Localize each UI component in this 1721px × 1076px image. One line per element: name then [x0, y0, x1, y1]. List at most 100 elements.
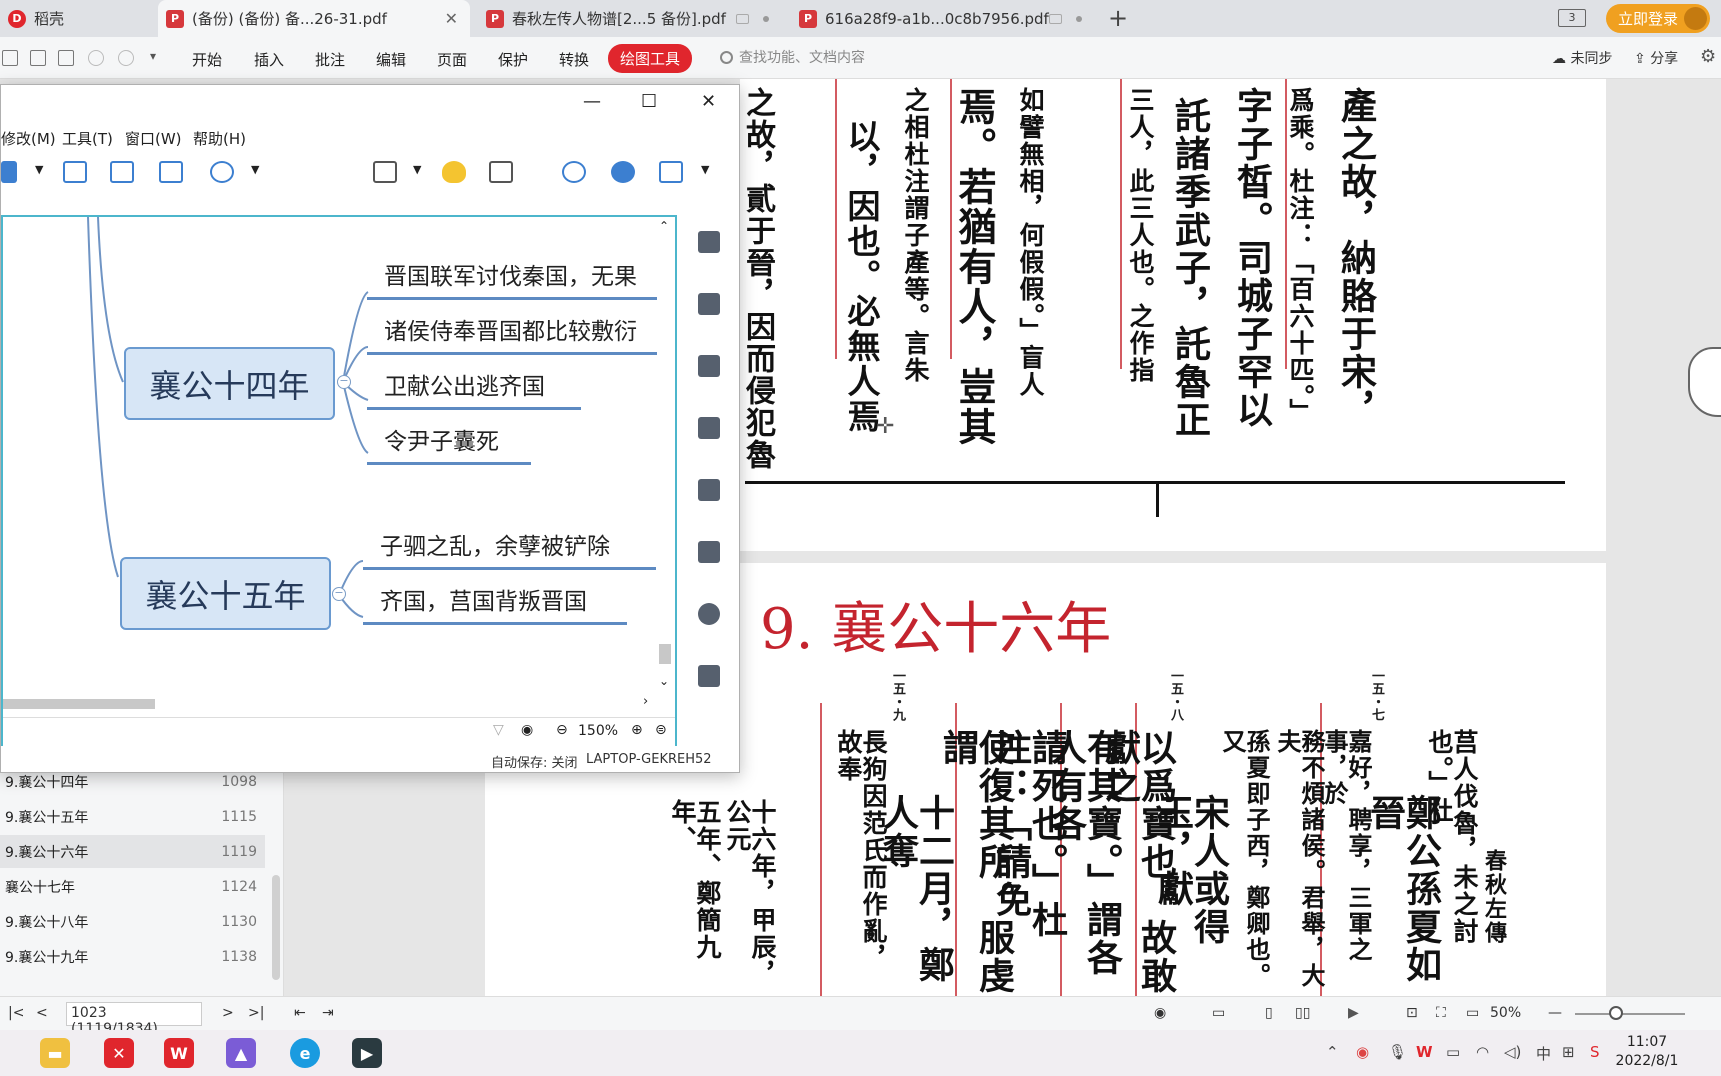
- redo-icon[interactable]: [118, 50, 134, 66]
- more-icon[interactable]: [210, 161, 234, 183]
- fit-width-icon[interactable]: ▭: [1466, 1005, 1479, 1021]
- wifi-icon[interactable]: ◠: [1476, 1043, 1489, 1061]
- flag-icon[interactable]: [698, 417, 720, 439]
- menu-protect[interactable]: 保护: [498, 49, 528, 70]
- prev-page-icon[interactable]: <: [36, 1005, 48, 1021]
- zoom-in-icon[interactable]: ⊕: [631, 722, 643, 738]
- microphone-icon[interactable]: 🎙: [1388, 1043, 1407, 1061]
- boundary-icon[interactable]: [110, 161, 134, 183]
- presentation-icon[interactable]: [373, 161, 397, 183]
- font-icon[interactable]: [698, 479, 720, 501]
- collapse-toggle-icon[interactable]: −: [337, 375, 351, 389]
- gear-icon[interactable]: ⚙: [1700, 46, 1716, 67]
- dot-icon[interactable]: [763, 15, 769, 22]
- print-icon[interactable]: [58, 50, 74, 66]
- mindmap-subtopic[interactable]: 卫献公出逃齐国: [384, 367, 545, 401]
- login-button[interactable]: 立即登录: [1606, 4, 1710, 33]
- system-clock[interactable]: 11:07 2022/8/1: [1612, 1033, 1682, 1071]
- layout-icon[interactable]: [1, 161, 17, 183]
- next-page-icon[interactable]: >: [222, 1005, 234, 1021]
- menu-annotate[interactable]: 批注: [315, 49, 345, 70]
- menu-edit[interactable]: 编辑: [376, 49, 406, 70]
- outline-item[interactable]: 9.襄公十八年 1130: [0, 905, 265, 938]
- scroll-thumb[interactable]: [3, 699, 155, 709]
- image-icon[interactable]: [698, 355, 720, 377]
- share-icon[interactable]: [611, 161, 635, 183]
- zoom-value[interactable]: 50%: [1490, 1005, 1521, 1021]
- last-page-icon[interactable]: >|: [248, 1005, 264, 1021]
- dot-icon[interactable]: [1076, 15, 1082, 22]
- photos-icon[interactable]: ▲: [226, 1038, 256, 1068]
- layout-switch-icon[interactable]: ⊞: [1562, 1043, 1575, 1061]
- wps-icon[interactable]: W: [164, 1038, 194, 1068]
- page-number-input[interactable]: 1023 (1119/1834): [66, 1002, 202, 1037]
- collapse-toggle-icon[interactable]: −: [332, 587, 346, 601]
- scroll-up-icon[interactable]: ⌃: [659, 219, 669, 233]
- export-icon[interactable]: [659, 161, 683, 183]
- tab-pdf-1[interactable]: P (备份) (备份) 备...26-31.pdf ✕: [158, 0, 470, 37]
- chevron-down-icon[interactable]: ▼: [35, 163, 43, 176]
- menu-page[interactable]: 页面: [437, 49, 467, 70]
- battery-icon[interactable]: ▭: [1446, 1043, 1460, 1061]
- scroll-thumb[interactable]: [659, 644, 671, 664]
- vertical-scrollbar[interactable]: ⌃ ⌄: [658, 219, 672, 697]
- mindmap-topic[interactable]: 襄公十四年: [124, 347, 335, 420]
- window-titlebar[interactable]: — ☐ ✕: [1, 85, 739, 121]
- sync-status[interactable]: ☁ 未同步: [1552, 48, 1612, 68]
- scroll-right-icon[interactable]: ›: [643, 694, 648, 709]
- minimize-button[interactable]: —: [583, 91, 601, 112]
- terminal-icon[interactable]: ▶: [352, 1038, 382, 1068]
- menu-window[interactable]: 窗口(W): [125, 128, 182, 149]
- edge-icon[interactable]: e: [290, 1038, 320, 1068]
- save-icon[interactable]: [30, 50, 46, 66]
- close-icon[interactable]: ✕: [445, 9, 458, 28]
- mindmap-subtopic[interactable]: 晋国联军讨伐秦国，无果: [384, 257, 637, 291]
- mindmap-subtopic[interactable]: 令尹子囊死: [384, 422, 499, 456]
- outline-scrollbar[interactable]: [272, 875, 280, 980]
- menu-convert[interactable]: 转换: [559, 49, 589, 70]
- mindmap-canvas[interactable]: 襄公十四年 − 晋国联军讨伐秦国，无果 诸侯侍奉晋国都比较敷衍 卫献公出逃齐国 …: [3, 217, 675, 747]
- undo-icon[interactable]: [88, 50, 104, 66]
- close-button[interactable]: ✕: [701, 91, 716, 112]
- mindmap-subtopic[interactable]: 子驷之乱，余孽被铲除: [380, 527, 610, 561]
- zoom-out-icon[interactable]: ⊖: [556, 722, 568, 738]
- wps-tray-icon[interactable]: W: [1416, 1043, 1433, 1061]
- outliner-icon[interactable]: [489, 161, 513, 183]
- menu-modify[interactable]: 修改(M): [1, 128, 56, 149]
- style-brush-icon[interactable]: [698, 293, 720, 315]
- single-page-icon[interactable]: ▭: [1212, 1005, 1225, 1021]
- share-button[interactable]: ⇪ 分享: [1634, 48, 1678, 68]
- double-page-icon[interactable]: ▯▯: [1295, 1005, 1310, 1021]
- ime-indicator[interactable]: 中: [1536, 1043, 1551, 1064]
- menu-start[interactable]: 开始: [192, 49, 222, 70]
- play-icon[interactable]: ▶: [1348, 1005, 1359, 1021]
- chevron-up-icon[interactable]: ⌃: [1326, 1043, 1339, 1061]
- forward-icon[interactable]: ⇥: [322, 1005, 334, 1021]
- lightbulb-icon[interactable]: [442, 161, 466, 183]
- zoom-out-icon[interactable]: —: [1548, 1005, 1562, 1021]
- fit-icon[interactable]: ⊜: [655, 722, 667, 738]
- feature-search[interactable]: 查找功能、文档内容: [720, 47, 865, 67]
- xmind-icon[interactable]: ✕: [104, 1038, 134, 1068]
- relationship-icon[interactable]: [63, 161, 87, 183]
- actual-size-icon[interactable]: ⊡: [1406, 1005, 1418, 1021]
- new-tab-button[interactable]: +: [1108, 4, 1128, 32]
- outline-item[interactable]: 襄公十七年 1124: [0, 870, 265, 903]
- menu-help[interactable]: 帮助(H): [193, 128, 246, 149]
- eye-protection-icon[interactable]: ◉: [1154, 1005, 1166, 1021]
- zoom-slider-thumb[interactable]: [1609, 1006, 1623, 1020]
- maximize-button[interactable]: ☐: [641, 91, 657, 112]
- open-icon[interactable]: [2, 50, 18, 66]
- search-icon[interactable]: [562, 161, 586, 183]
- outline-item-selected[interactable]: 9.襄公十六年 1119: [0, 835, 265, 868]
- chevron-down-icon[interactable]: ▼: [251, 163, 259, 176]
- eye-icon[interactable]: ◉: [521, 722, 533, 738]
- continuous-page-icon[interactable]: ▯: [1265, 1005, 1273, 1021]
- summary-icon[interactable]: [159, 161, 183, 183]
- format-icon[interactable]: [698, 231, 720, 253]
- chevron-down-icon[interactable]: ▾: [150, 49, 156, 63]
- menu-insert[interactable]: 插入: [254, 49, 284, 70]
- tab-home[interactable]: D 稻壳: [0, 0, 150, 37]
- filter-icon[interactable]: ▽: [493, 722, 504, 738]
- scroll-down-icon[interactable]: ⌄: [659, 674, 669, 688]
